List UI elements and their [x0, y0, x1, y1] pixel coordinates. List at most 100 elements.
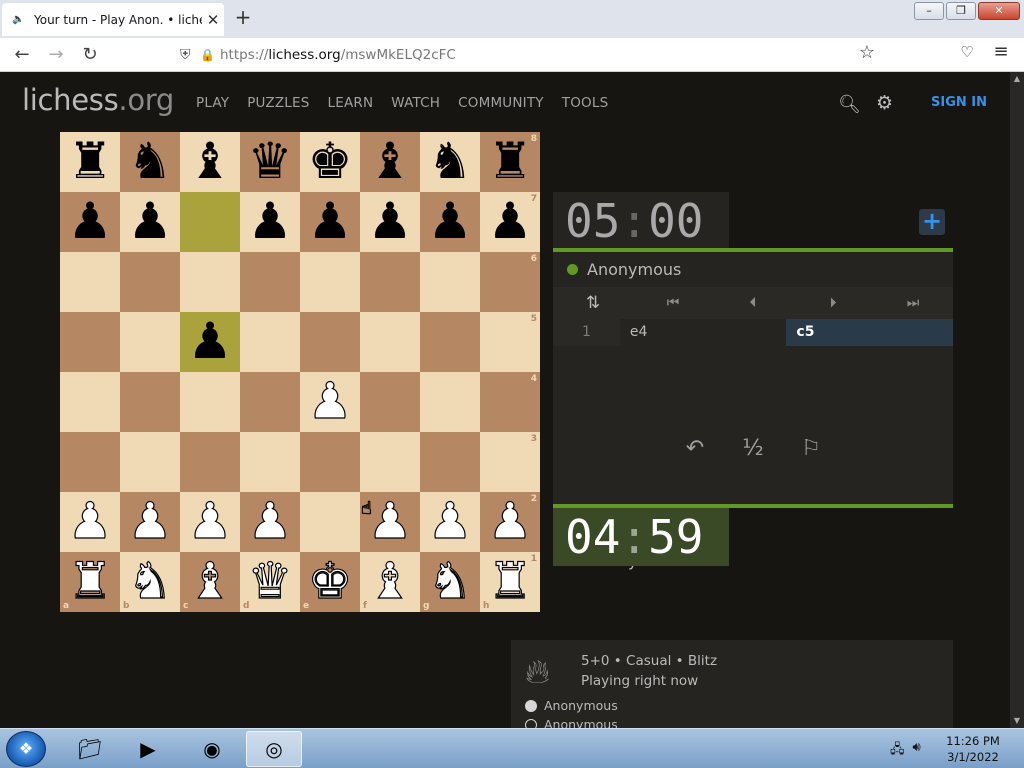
- square-a6[interactable]: [60, 252, 120, 312]
- explorer-taskbar-icon[interactable]: 📁︎: [62, 731, 118, 767]
- square-h6[interactable]: 6: [480, 252, 540, 312]
- maximize-button[interactable]: ❐: [946, 2, 976, 20]
- square-b5[interactable]: [120, 312, 180, 372]
- scroll-down-icon[interactable]: ▼: [1010, 714, 1024, 728]
- square-d7[interactable]: ♟: [240, 192, 300, 252]
- takeback-icon[interactable]: ↶: [681, 436, 709, 461]
- square-f1[interactable]: ♝ f: [360, 551, 420, 612]
- square-h7[interactable]: ♟ 7: [480, 192, 540, 252]
- white-pawn-icon[interactable]: ♟: [180, 491, 240, 552]
- square-b4[interactable]: [120, 372, 180, 432]
- square-d5[interactable]: [240, 312, 300, 372]
- square-c4[interactable]: [180, 372, 240, 432]
- square-f3[interactable]: [360, 432, 420, 492]
- nav-play[interactable]: PLAY: [196, 95, 229, 111]
- square-e7[interactable]: ♟: [300, 192, 360, 252]
- square-d2[interactable]: ♟: [240, 491, 300, 552]
- white-pawn-icon[interactable]: ♟: [300, 371, 360, 432]
- square-g6[interactable]: [420, 252, 480, 312]
- square-e3[interactable]: [300, 432, 360, 492]
- close-tab-icon[interactable]: ✕: [202, 11, 224, 29]
- flip-board-icon[interactable]: ⇅: [553, 287, 633, 319]
- bookmark-star-icon[interactable]: ☆: [856, 42, 878, 63]
- black-move[interactable]: c5: [786, 319, 954, 346]
- square-g3[interactable]: [420, 432, 480, 492]
- black-knight-icon[interactable]: ♞: [420, 132, 480, 192]
- black-pawn-icon[interactable]: ♟: [300, 192, 360, 252]
- shield-icon[interactable]: ⛨: [180, 47, 200, 63]
- chess-board[interactable]: ♜ ♞ ♝ ♛ ♚ ♝ ♞ ♜ 8 ♟ ♟ ♟ ♟ ♟ ♟ ♟ 7 6 ♟ 5 ♟ 4 3 ♟ ♟ ♟ ♟ ♟ ♟ ♟ 2 ♜ a ♞ b ♝ c ♛ d ♚…: [60, 132, 595, 670]
- black-bishop-icon[interactable]: ♝: [180, 132, 240, 192]
- black-pawn-icon[interactable]: ♟: [60, 192, 120, 252]
- square-e8[interactable]: ♚: [300, 132, 360, 192]
- black-pawn-icon[interactable]: ♟: [240, 192, 300, 252]
- volume-icon[interactable]: 🔊︎: [913, 740, 921, 762]
- square-c1[interactable]: ♝ c: [180, 551, 240, 612]
- media-player-taskbar-icon[interactable]: ▶: [120, 731, 176, 767]
- square-f4[interactable]: [360, 372, 420, 432]
- black-king-icon[interactable]: ♚: [300, 132, 360, 192]
- nav-puzzles[interactable]: PUZZLES: [247, 95, 309, 111]
- start-button[interactable]: ❖: [6, 731, 46, 767]
- new-tab-button[interactable]: +: [232, 6, 254, 28]
- black-pawn-icon[interactable]: ♟: [420, 192, 480, 252]
- white-bishop-icon[interactable]: ♝: [180, 551, 240, 612]
- square-a3[interactable]: [60, 432, 120, 492]
- minimize-button[interactable]: –: [914, 2, 944, 20]
- info-black-player[interactable]: Anonymous: [525, 717, 618, 728]
- window-close-button[interactable]: ✕: [978, 2, 1020, 20]
- black-pawn-icon[interactable]: ♟: [180, 312, 240, 372]
- search-icon[interactable]: 🔍︎: [838, 94, 861, 115]
- white-pawn-icon[interactable]: ♟: [240, 491, 300, 552]
- nav-learn[interactable]: LEARN: [328, 95, 374, 111]
- square-a8[interactable]: ♜: [60, 132, 120, 192]
- white-pawn-icon[interactable]: ♟: [420, 491, 480, 552]
- square-h1[interactable]: ♜ 1 h: [480, 551, 540, 612]
- square-b3[interactable]: [120, 432, 180, 492]
- url-bar[interactable]: ⛨ 🔒 https://lichess.org/mswMkELQ2cFC: [176, 41, 888, 69]
- square-d8[interactable]: ♛: [240, 132, 300, 192]
- square-c7[interactable]: [180, 192, 240, 252]
- square-b8[interactable]: ♞: [120, 132, 180, 192]
- square-b1[interactable]: ♞ b: [120, 551, 180, 612]
- square-g7[interactable]: ♟: [420, 192, 480, 252]
- system-clock[interactable]: 11:26 PM 3/1/2022: [945, 733, 1001, 765]
- square-g4[interactable]: [420, 372, 480, 432]
- white-bishop-icon[interactable]: ♝: [360, 551, 420, 612]
- square-e4[interactable]: ♟: [300, 371, 360, 432]
- square-f7[interactable]: ♟: [360, 192, 420, 252]
- square-g2[interactable]: ♟: [420, 491, 480, 552]
- back-arrow-icon[interactable]: ←: [9, 42, 35, 68]
- sign-in-link[interactable]: SIGN IN: [931, 95, 987, 110]
- black-queen-icon[interactable]: ♛: [240, 132, 300, 192]
- square-d6[interactable]: [240, 252, 300, 312]
- square-b2[interactable]: ♟: [120, 491, 180, 552]
- scroll-up-icon[interactable]: ▲: [1010, 72, 1024, 86]
- square-a1[interactable]: ♜ a: [60, 551, 120, 612]
- square-c2[interactable]: ♟: [180, 491, 240, 552]
- black-bishop-icon[interactable]: ♝: [360, 132, 420, 192]
- black-pawn-icon[interactable]: ♟: [360, 192, 420, 252]
- prev-move-icon[interactable]: ⏴︎: [713, 287, 793, 319]
- chrome-taskbar-icon[interactable]: ◉: [184, 731, 240, 767]
- lock-icon[interactable]: 🔒: [200, 48, 220, 62]
- square-g5[interactable]: [420, 312, 480, 372]
- white-pawn-icon[interactable]: ♟: [60, 491, 120, 552]
- square-d4[interactable]: [240, 372, 300, 432]
- square-f5[interactable]: [360, 312, 420, 372]
- first-move-icon[interactable]: ⏮︎: [633, 287, 713, 319]
- firefox-taskbar-icon[interactable]: ◎: [246, 731, 302, 767]
- square-a7[interactable]: ♟: [60, 192, 120, 252]
- square-b7[interactable]: ♟: [120, 192, 180, 252]
- network-icon[interactable]: 🖧︎: [890, 740, 905, 762]
- reload-icon[interactable]: ↻: [77, 42, 103, 68]
- square-e6[interactable]: [300, 252, 360, 312]
- black-pawn-icon[interactable]: ♟: [120, 192, 180, 252]
- add-time-button[interactable]: +: [919, 209, 945, 235]
- square-a4[interactable]: [60, 372, 120, 432]
- square-h5[interactable]: 5: [480, 312, 540, 372]
- square-a5[interactable]: [60, 312, 120, 372]
- top-player[interactable]: Anonymous: [553, 253, 953, 285]
- square-c6[interactable]: [180, 252, 240, 312]
- gear-icon[interactable]: ⚙: [876, 92, 893, 114]
